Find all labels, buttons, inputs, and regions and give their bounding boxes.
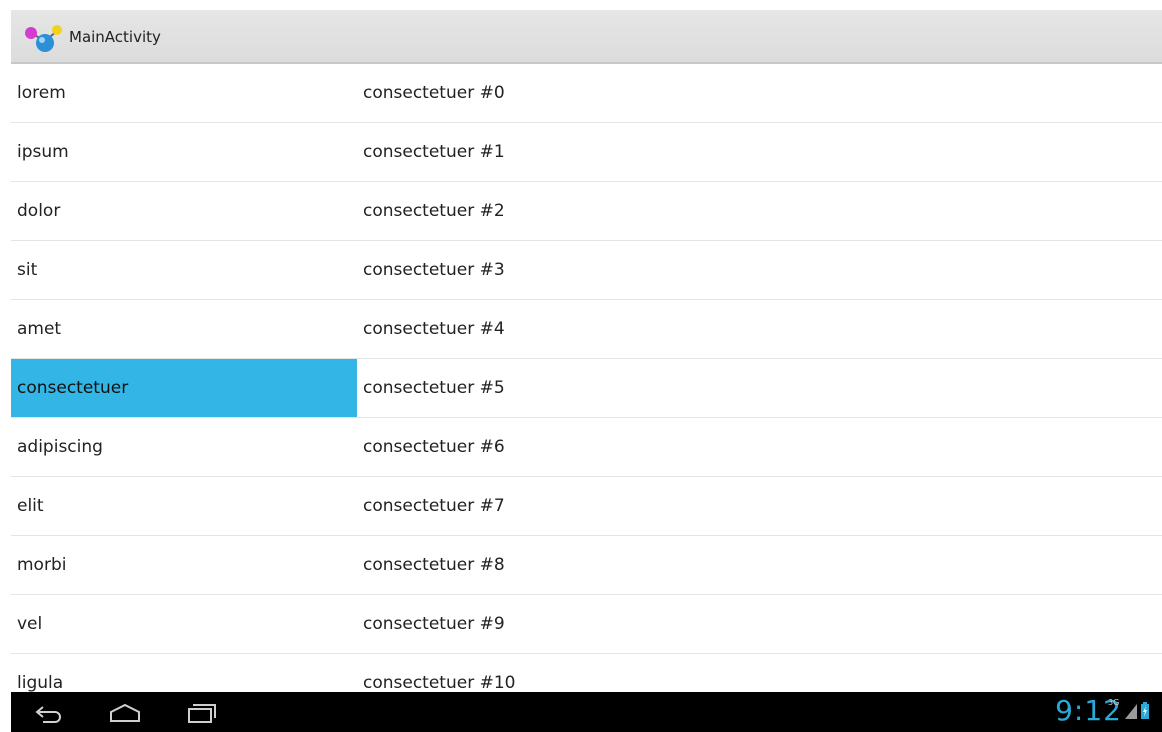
list-item-left[interactable]: adipiscing	[11, 418, 357, 476]
list-row[interactable]: ipsum consectetuer #1	[11, 123, 1162, 182]
two-column-list[interactable]: lorem consectetuer #0 ipsum consectetuer…	[11, 64, 1162, 713]
list-item-left[interactable]: ipsum	[11, 123, 357, 181]
list-row[interactable]: dolor consectetuer #2	[11, 182, 1162, 241]
list-row[interactable]: elit consectetuer #7	[11, 477, 1162, 536]
list-item-left[interactable]: morbi	[11, 536, 357, 594]
list-item-right: consectetuer #5	[363, 378, 505, 398]
list-item-right: consectetuer #9	[363, 614, 505, 634]
list-row[interactable]: lorem consectetuer #0	[11, 64, 1162, 123]
list-item-left[interactable]: amet	[11, 300, 357, 358]
list-row[interactable]: morbi consectetuer #8	[11, 536, 1162, 595]
system-navigation-bar: 9:12 3G	[11, 692, 1162, 732]
home-icon[interactable]	[97, 698, 153, 728]
list-item-left-selected[interactable]: consectetuer	[11, 359, 357, 417]
list-item-right: consectetuer #0	[363, 83, 505, 103]
list-item-right: consectetuer #2	[363, 201, 505, 221]
list-item-right: consectetuer #4	[363, 319, 505, 339]
list-item-right: consectetuer #8	[363, 555, 505, 575]
list-item-right: consectetuer #3	[363, 260, 505, 280]
signal-icon	[1125, 704, 1137, 719]
list-item-right: consectetuer #6	[363, 437, 505, 457]
list-row[interactable]: amet consectetuer #4	[11, 300, 1162, 359]
back-icon[interactable]	[21, 698, 77, 728]
list-item-left[interactable]: sit	[11, 241, 357, 299]
list-row[interactable]: vel consectetuer #9	[11, 595, 1162, 654]
list-item-left[interactable]: vel	[11, 595, 357, 653]
list-item-right: consectetuer #7	[363, 496, 505, 516]
network-type-label: 3G	[1108, 698, 1120, 707]
list-row[interactable]: consectetuer consectetuer #5	[11, 359, 1162, 418]
list-item-right: consectetuer #1	[363, 142, 505, 162]
activity-title: MainActivity	[69, 28, 161, 46]
list-item-left[interactable]: lorem	[11, 64, 357, 122]
status-icons: 3G	[1108, 698, 1154, 722]
battery-charging-icon	[1141, 702, 1149, 719]
list-item-left[interactable]: elit	[11, 477, 357, 535]
action-bar: MainActivity	[11, 10, 1162, 64]
list-item-left[interactable]: dolor	[11, 182, 357, 240]
molecule-app-icon[interactable]	[23, 23, 65, 55]
list-row[interactable]: adipiscing consectetuer #6	[11, 418, 1162, 477]
recent-apps-icon[interactable]	[173, 698, 229, 728]
list-row[interactable]: sit consectetuer #3	[11, 241, 1162, 300]
app-screen: MainActivity lorem consectetuer #0 ipsum…	[11, 10, 1162, 732]
